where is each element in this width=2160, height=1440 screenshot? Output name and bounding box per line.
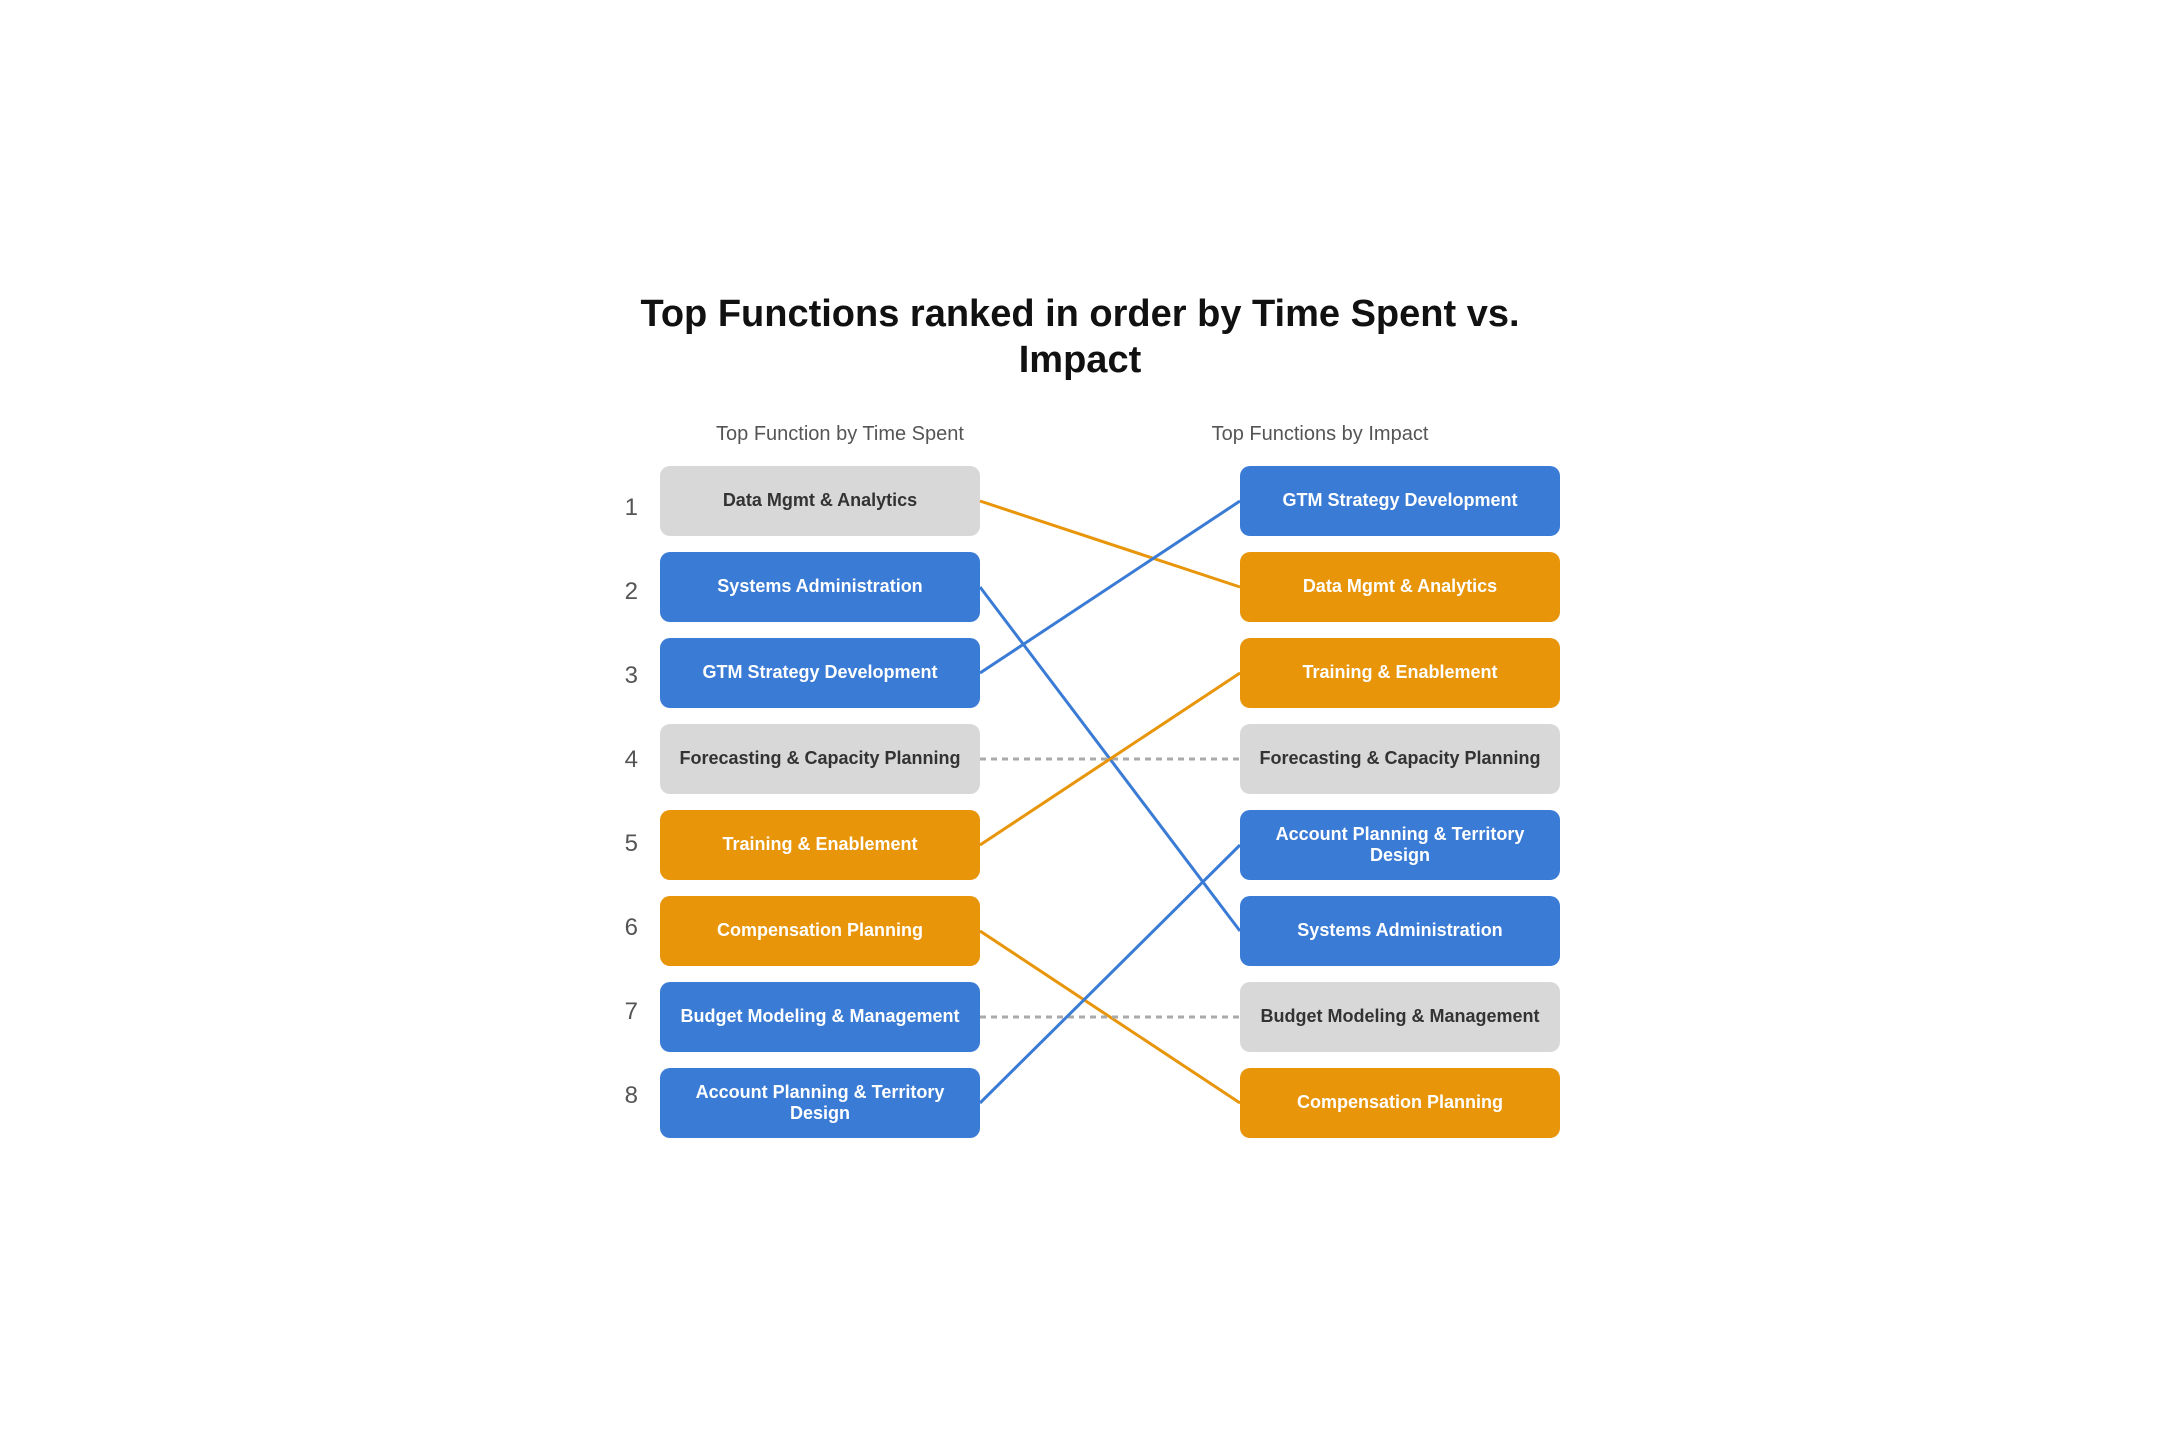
row-number-4: 4	[600, 725, 650, 795]
left-column: Data Mgmt & Analytics Systems Administrat…	[660, 466, 980, 1138]
left-column-header: Top Function by Time Spent	[680, 423, 1000, 446]
left-item-4: Forecasting & Capacity Planning	[660, 724, 980, 794]
left-item-2: Systems Administration	[660, 552, 980, 622]
row-numbers: 1 2 3 4 5 6 7 8	[600, 466, 660, 1138]
right-item-7: Budget Modeling & Management	[1240, 982, 1560, 1052]
right-item-2: Data Mgmt & Analytics	[1240, 552, 1560, 622]
chart-headers: Top Function by Time Spent Top Functions…	[600, 423, 1560, 446]
row-number-2: 2	[600, 557, 650, 627]
row-number-6: 6	[600, 893, 650, 963]
row-number-5: 5	[600, 809, 650, 879]
right-item-3: Training & Enablement	[1240, 638, 1560, 708]
chart-rows: Data Mgmt & Analytics Systems Administrat…	[660, 466, 1560, 1138]
right-item-8: Compensation Planning	[1240, 1068, 1560, 1138]
left-item-1: Data Mgmt & Analytics	[660, 466, 980, 536]
right-item-6: Systems Administration	[1240, 896, 1560, 966]
right-item-5: Account Planning & Territory Design	[1240, 810, 1560, 880]
chart-body: 1 2 3 4 5 6 7 8 Data Mgmt & Analytics Systems Ad…	[600, 466, 1560, 1138]
right-item-1: GTM Strategy Development	[1240, 466, 1560, 536]
chart-title: Top Functions ranked in order by Time Sp…	[600, 292, 1560, 383]
row-number-8: 8	[600, 1061, 650, 1131]
left-item-5: Training & Enablement	[660, 810, 980, 880]
row-number-7: 7	[600, 977, 650, 1047]
left-item-7: Budget Modeling & Management	[660, 982, 980, 1052]
row-number-1: 1	[600, 473, 650, 543]
left-item-6: Compensation Planning	[660, 896, 980, 966]
left-item-3: GTM Strategy Development	[660, 638, 980, 708]
left-item-8: Account Planning & Territory Design	[660, 1068, 980, 1138]
right-column: GTM Strategy Development Data Mgmt & Anal…	[1240, 466, 1560, 1138]
right-item-4: Forecasting & Capacity Planning	[1240, 724, 1560, 794]
right-column-header: Top Functions by Impact	[1160, 423, 1480, 446]
chart-container: Top Functions ranked in order by Time Sp…	[540, 242, 1620, 1198]
row-number-3: 3	[600, 641, 650, 711]
